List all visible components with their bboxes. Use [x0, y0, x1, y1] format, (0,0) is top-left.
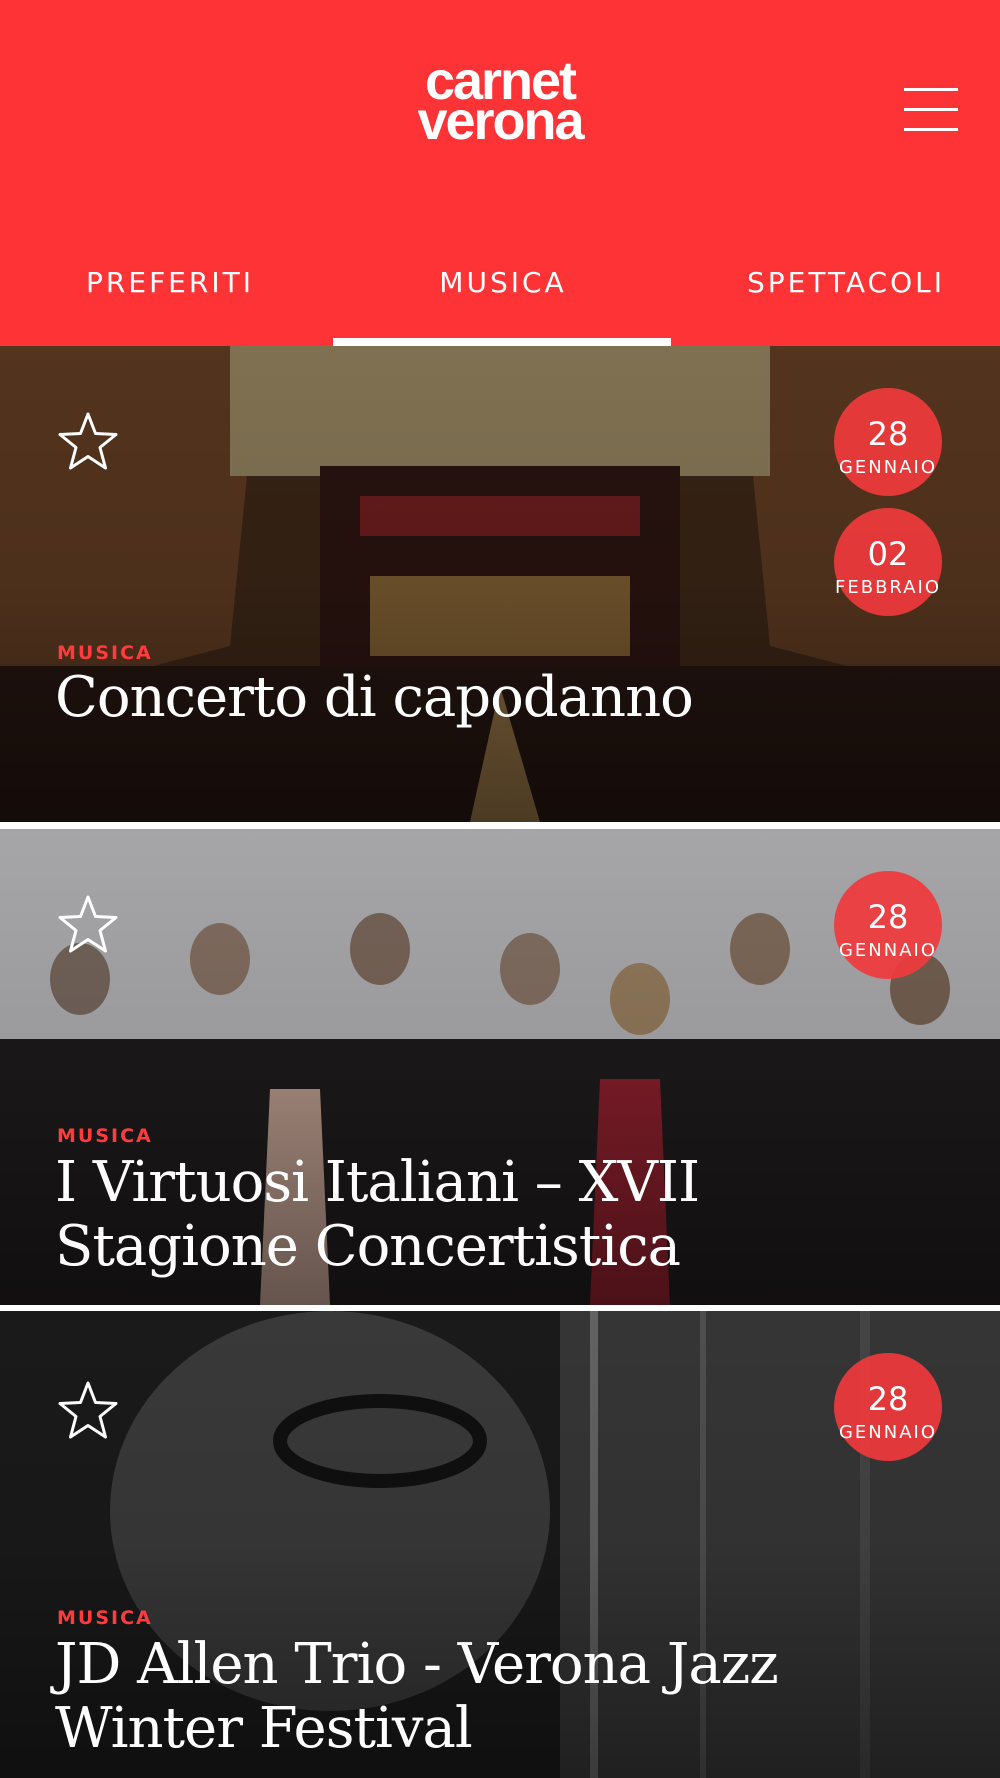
date-day: 02 — [867, 535, 909, 573]
active-tab-indicator — [333, 338, 671, 346]
date-day: 28 — [867, 1380, 909, 1418]
event-card-jd-allen-trio[interactable]: 28 GENNAIO MUSICA JD Allen Trio - Verona… — [0, 1311, 1000, 1778]
menu-bar-bottom — [904, 128, 958, 131]
tab-spettacoli[interactable]: SPETTACOLI — [676, 250, 1000, 346]
date-day: 28 — [867, 898, 909, 936]
star-outline-icon[interactable] — [56, 410, 120, 474]
hamburger-menu-icon[interactable] — [900, 84, 960, 136]
logo-line-2: verona — [417, 91, 584, 151]
date-month: GENNAIO — [838, 1422, 938, 1443]
star-outline-icon[interactable] — [56, 1379, 120, 1443]
event-category: MUSICA — [57, 1607, 153, 1629]
carnet-verona-logo[interactable]: carnet verona — [396, 54, 604, 151]
event-card-concerto-capodanno[interactable]: 28 GENNAIO 02 FEBBRAIO MUSICA Concerto d… — [0, 346, 1000, 822]
event-title-line-2: Stagione Concertistica — [55, 1214, 681, 1279]
event-title-line-2: Winter Festival — [55, 1696, 473, 1761]
event-title: I Virtuosi Italiani – XVII Stagione Conc… — [55, 1151, 935, 1279]
date-month: FEBBRAIO — [835, 577, 941, 598]
event-category: MUSICA — [57, 642, 153, 664]
menu-bar-middle — [904, 108, 958, 111]
star-outline-icon[interactable] — [56, 893, 120, 957]
date-badge: 02 FEBBRAIO — [834, 508, 942, 616]
event-category: MUSICA — [57, 1125, 153, 1147]
date-badge: 28 GENNAIO — [834, 871, 942, 979]
menu-bar-top — [904, 88, 958, 91]
event-card-virtuosi-italiani[interactable]: 28 GENNAIO MUSICA I Virtuosi Italiani – … — [0, 829, 1000, 1305]
card-divider — [0, 822, 1000, 826]
app-header: carnet verona PREFERITI MUSICA SPETTACOL… — [0, 0, 1000, 346]
event-title-line-1: JD Allen Trio - Verona Jazz — [55, 1632, 779, 1697]
event-title-line-1: I Virtuosi Italiani – XVII — [55, 1150, 700, 1215]
date-badge: 28 GENNAIO — [834, 388, 942, 496]
category-tabs: PREFERITI MUSICA SPETTACOLI — [0, 250, 1000, 346]
date-month: GENNAIO — [838, 940, 938, 961]
date-month: GENNAIO — [838, 457, 938, 478]
date-badge: 28 GENNAIO — [834, 1353, 942, 1461]
date-day: 28 — [867, 415, 909, 453]
tab-preferiti[interactable]: PREFERITI — [0, 250, 340, 346]
event-title: JD Allen Trio - Verona Jazz Winter Festi… — [55, 1633, 935, 1761]
card-divider — [0, 1305, 1000, 1309]
tab-musica[interactable]: MUSICA — [333, 250, 673, 346]
event-title: Concerto di capodanno — [55, 665, 694, 730]
